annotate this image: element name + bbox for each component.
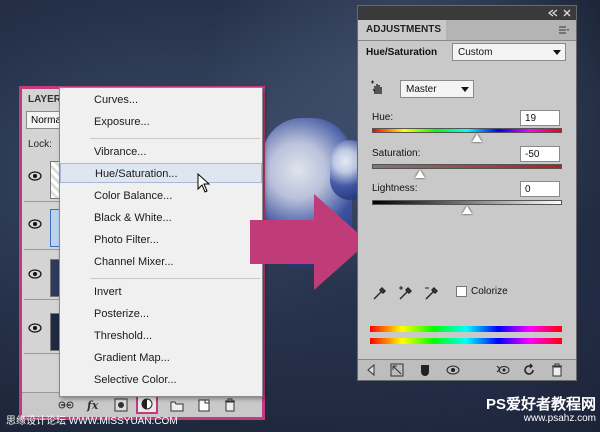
- menu-item-channel-mixer[interactable]: Channel Mixer...: [60, 252, 262, 272]
- watermark-right-url: www.psahz.com: [523, 413, 596, 424]
- delete-adjustment-icon[interactable]: [550, 363, 564, 377]
- mouse-cursor-icon: [197, 173, 211, 193]
- output-color-spectrum: [370, 338, 562, 344]
- visibility-eye-icon[interactable]: [28, 323, 42, 333]
- hue-slider-track[interactable]: [372, 128, 562, 133]
- panel-title-bar: [358, 6, 576, 20]
- new-group-icon[interactable]: [170, 397, 184, 413]
- menu-item-selective-color[interactable]: Selective Color...: [60, 370, 262, 390]
- menu-item-gradient-map[interactable]: Gradient Map...: [60, 348, 262, 368]
- lock-label: Lock:: [28, 139, 52, 150]
- collapse-panel-icon[interactable]: [548, 9, 558, 17]
- saturation-label: Saturation:: [372, 148, 421, 159]
- colorize-label: Colorize: [471, 286, 508, 297]
- expanded-view-icon[interactable]: [390, 363, 404, 377]
- svg-text:fx: fx: [86, 399, 99, 412]
- channel-select[interactable]: Master: [400, 80, 474, 98]
- saturation-input[interactable]: -50: [520, 146, 560, 162]
- menu-item-threshold[interactable]: Threshold...: [60, 326, 262, 346]
- menu-item-curves[interactable]: Curves...: [60, 90, 262, 110]
- clip-to-layer-icon[interactable]: [418, 363, 432, 377]
- panel-tab-bar: ADJUSTMENTS: [358, 20, 576, 41]
- watermark-right: PS爱好者教程网 www.psahz.com: [485, 396, 596, 426]
- chevron-down-icon: [461, 87, 469, 92]
- reset-icon[interactable]: [522, 363, 536, 377]
- targeted-adjustment-hand-icon[interactable]: [370, 80, 386, 96]
- new-layer-icon[interactable]: [198, 397, 210, 413]
- lightness-label: Lightness:: [372, 183, 418, 194]
- view-previous-state-icon[interactable]: [496, 363, 510, 377]
- menu-item-hue-saturation[interactable]: Hue/Saturation...: [60, 163, 262, 183]
- menu-item-exposure[interactable]: Exposure...: [60, 112, 262, 132]
- layer-row[interactable]: [24, 253, 66, 300]
- menu-item-photo-filter[interactable]: Photo Filter...: [60, 230, 262, 250]
- layers-tab[interactable]: LAYER: [28, 94, 61, 105]
- close-panel-icon[interactable]: [563, 9, 571, 17]
- menu-item-black-white[interactable]: Black & White...: [60, 208, 262, 228]
- hue-slider-thumb[interactable]: [472, 134, 483, 142]
- adjustment-layer-menu: Curves... Exposure... Vibrance... Hue/Sa…: [59, 87, 263, 397]
- layer-mask-icon[interactable]: [114, 397, 128, 413]
- lightness-slider-thumb[interactable]: [462, 206, 472, 214]
- layer-row[interactable]: [24, 203, 66, 250]
- return-to-list-icon[interactable]: [366, 363, 380, 377]
- menu-separator: [90, 138, 260, 139]
- hue-input[interactable]: 19: [520, 110, 560, 126]
- lightness-slider-track[interactable]: [372, 200, 562, 205]
- eyedropper-icon[interactable]: [372, 285, 388, 301]
- chevron-down-icon: [553, 50, 561, 55]
- link-layers-icon[interactable]: [58, 397, 74, 413]
- menu-separator: [90, 278, 260, 279]
- new-adjustment-layer-button[interactable]: [136, 394, 158, 414]
- menu-item-color-balance[interactable]: Color Balance...: [60, 186, 262, 206]
- menu-item-posterize[interactable]: Posterize...: [60, 304, 262, 324]
- layer-row[interactable]: [24, 307, 66, 354]
- adjustments-footer-toolbar: [358, 359, 576, 380]
- lightness-input[interactable]: 0: [520, 181, 560, 197]
- visibility-eye-icon[interactable]: [28, 269, 42, 279]
- eyedropper-minus-icon[interactable]: [424, 285, 440, 301]
- layer-row[interactable]: [24, 155, 66, 202]
- watermark-left: 思缘设计论坛 WWW.MISSYUAN.COM: [6, 416, 178, 427]
- saturation-slider-track[interactable]: [372, 164, 562, 169]
- visibility-eye-icon[interactable]: [28, 171, 42, 181]
- tab-adjustments[interactable]: ADJUSTMENTS: [358, 20, 446, 40]
- visibility-eye-icon[interactable]: [28, 219, 42, 229]
- layer-style-fx-icon[interactable]: fx: [86, 397, 104, 413]
- preset-select[interactable]: Custom: [452, 43, 566, 61]
- hue-label: Hue:: [372, 112, 394, 123]
- saturation-slider-thumb[interactable]: [414, 170, 425, 178]
- input-color-spectrum: [370, 326, 562, 332]
- colorize-checkbox[interactable]: [456, 286, 467, 297]
- menu-item-vibrance[interactable]: Vibrance...: [60, 142, 262, 162]
- adjustment-layer-icon: [141, 398, 153, 410]
- adjustments-panel: ADJUSTMENTS Hue/Saturation Custom Master…: [357, 5, 577, 381]
- pointer-arrow-graphic: [250, 194, 368, 290]
- panel-menu-icon[interactable]: [558, 24, 570, 36]
- toggle-visibility-eye-icon[interactable]: [446, 363, 460, 377]
- preset-value: Custom: [458, 47, 493, 58]
- eyedropper-plus-icon[interactable]: [398, 285, 414, 301]
- adjustment-title: Hue/Saturation: [366, 47, 438, 58]
- menu-item-invert[interactable]: Invert: [60, 282, 262, 302]
- channel-value: Master: [406, 84, 437, 95]
- watermark-right-title: PS爱好者教程网: [485, 396, 596, 413]
- delete-layer-icon[interactable]: [224, 397, 236, 413]
